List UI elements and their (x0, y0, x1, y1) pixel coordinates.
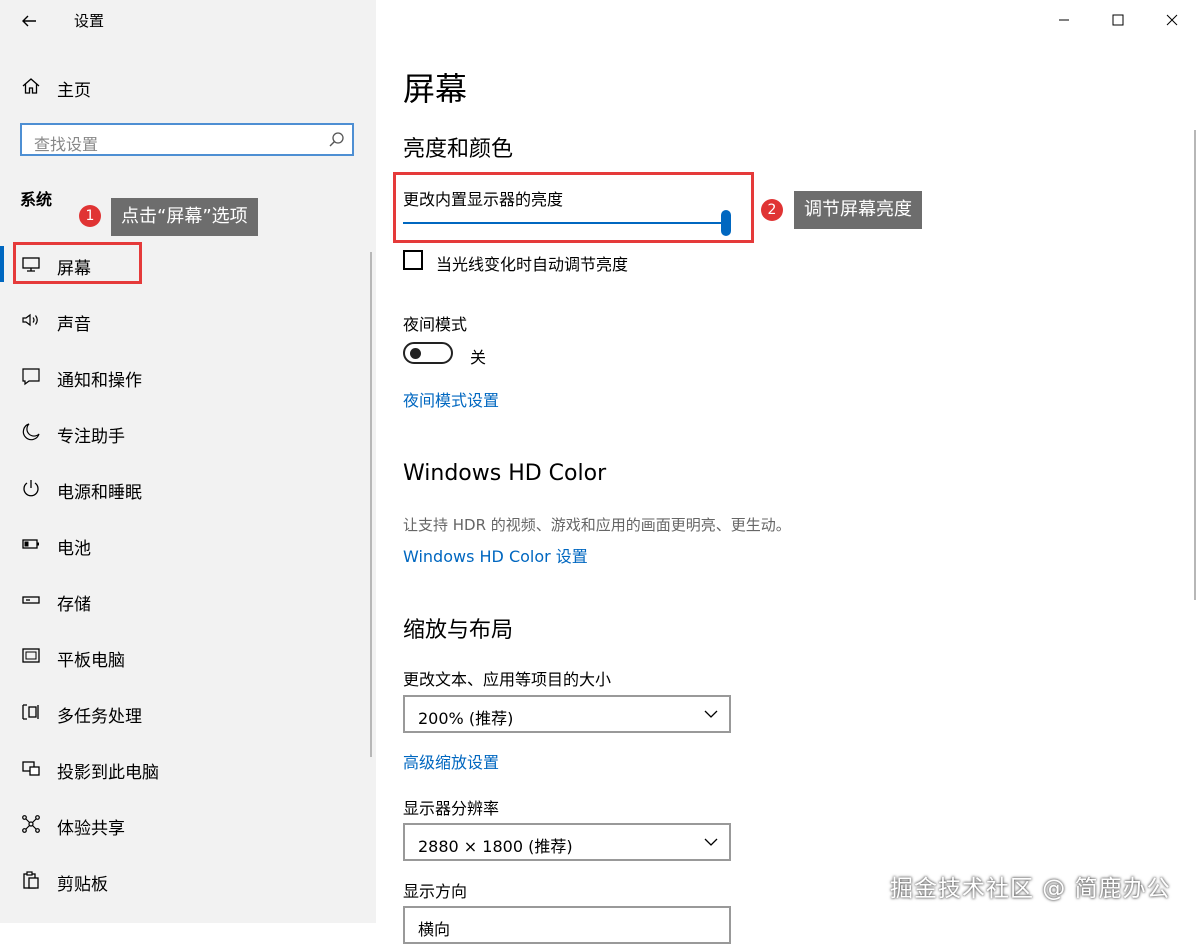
section-label: 系统 (20, 190, 53, 209)
orientation-label: 显示方向 (403, 882, 468, 901)
minimize-icon[interactable] (1041, 2, 1087, 38)
advanced-scaling-link[interactable]: 高级缩放设置 (403, 749, 499, 773)
night-mode-settings-link[interactable]: 夜间模式设置 (403, 387, 499, 411)
toggle-knob (410, 348, 421, 359)
step-2-badge: 2 (761, 199, 783, 221)
sidebar-item-label: 通知和操作 (57, 371, 142, 391)
sidebar-item-label: 体验共享 (57, 819, 125, 839)
step-1-tooltip: 点击“屏幕”选项 (111, 198, 258, 236)
message-icon (20, 365, 42, 387)
search-input[interactable]: 查找设置 (20, 123, 354, 156)
speaker-icon (20, 309, 42, 331)
sidebar: 设置 主页 查找设置 系统 屏幕 声音 通知和操作 专注助手 电源和睡眠 电池 … (0, 0, 376, 923)
scale-value: 200% (推荐) (418, 709, 514, 728)
chevron-down-icon (703, 834, 719, 854)
highlight-box-display (13, 242, 142, 284)
sidebar-item-label: 平板电脑 (57, 651, 125, 671)
sidebar-scrollbar[interactable] (370, 252, 372, 757)
sidebar-item-multitasking[interactable]: 多任务处理 (0, 688, 376, 736)
watermark: 掘金技术社区 @ 简鹿办公 (890, 876, 1171, 902)
home-icon (20, 75, 42, 97)
chevron-down-icon (703, 706, 719, 726)
sidebar-item-project[interactable]: 投影到此电脑 (0, 744, 376, 792)
auto-brightness-label: 当光线变化时自动调节亮度 (436, 255, 629, 274)
moon-icon (20, 421, 42, 443)
search-placeholder: 查找设置 (34, 135, 99, 154)
sidebar-item-label: 电池 (57, 539, 91, 559)
multitask-icon (20, 701, 42, 723)
sidebar-item-label: 多任务处理 (57, 707, 142, 727)
sidebar-item-home[interactable]: 主页 (0, 62, 376, 110)
sidebar-item-storage[interactable]: 存储 (0, 576, 376, 624)
auto-brightness-checkbox[interactable] (403, 250, 423, 270)
sidebar-item-label: 投影到此电脑 (57, 763, 159, 783)
brightness-heading: 亮度和颜色 (403, 137, 514, 162)
resolution-label: 显示器分辨率 (403, 799, 500, 818)
sidebar-item-label: 声音 (57, 315, 91, 335)
highlight-box-brightness (393, 172, 754, 243)
scale-label: 更改文本、应用等项目的大小 (403, 670, 612, 689)
project-icon (20, 757, 42, 779)
step-1-badge: 1 (79, 205, 101, 227)
sidebar-item-label: 主页 (57, 81, 91, 101)
orientation-dropdown[interactable]: 横向 (403, 906, 731, 944)
night-mode-state: 关 (470, 348, 487, 367)
sidebar-item-sound[interactable]: 声音 (0, 296, 376, 344)
battery-icon (20, 533, 42, 555)
tablet-icon (20, 645, 42, 667)
scale-heading: 缩放与布局 (403, 618, 514, 643)
clipboard-icon (20, 869, 42, 891)
share-icon (20, 813, 42, 835)
sidebar-item-power[interactable]: 电源和睡眠 (0, 464, 376, 512)
storage-icon (20, 589, 42, 611)
power-icon (20, 477, 42, 499)
orientation-value: 横向 (418, 920, 451, 939)
sidebar-item-focus[interactable]: 专注助手 (0, 408, 376, 456)
maximize-icon[interactable] (1095, 2, 1141, 38)
back-arrow-icon[interactable] (14, 6, 44, 36)
resolution-value: 2880 × 1800 (推荐) (418, 837, 573, 856)
close-icon[interactable] (1149, 2, 1195, 38)
sidebar-item-label: 专注助手 (57, 427, 125, 447)
resolution-dropdown[interactable]: 2880 × 1800 (推荐) (403, 823, 731, 861)
night-mode-label: 夜间模式 (403, 315, 468, 334)
sidebar-item-notifications[interactable]: 通知和操作 (0, 352, 376, 400)
hdr-settings-link[interactable]: Windows HD Color 设置 (403, 543, 588, 567)
app-title: 设置 (74, 12, 105, 30)
search-icon[interactable] (328, 131, 345, 152)
sidebar-item-label: 剪贴板 (57, 875, 108, 895)
scale-dropdown[interactable]: 200% (推荐) (403, 695, 731, 733)
hdr-description: 让支持 HDR 的视频、游戏和应用的画面更明亮、更生动。 (403, 516, 791, 534)
sidebar-item-label: 存储 (57, 595, 91, 615)
sidebar-item-clipboard[interactable]: 剪贴板 (0, 856, 376, 904)
hdr-heading: Windows HD Color (403, 461, 607, 486)
page-title: 屏幕 (403, 70, 468, 108)
night-mode-toggle[interactable] (403, 342, 453, 364)
sidebar-item-battery[interactable]: 电池 (0, 520, 376, 568)
main-scrollbar[interactable] (1194, 130, 1196, 600)
sidebar-item-tablet[interactable]: 平板电脑 (0, 632, 376, 680)
sidebar-item-shared-experiences[interactable]: 体验共享 (0, 800, 376, 848)
step-2-tooltip: 调节屏幕亮度 (794, 191, 922, 229)
sidebar-item-label: 电源和睡眠 (57, 483, 142, 503)
